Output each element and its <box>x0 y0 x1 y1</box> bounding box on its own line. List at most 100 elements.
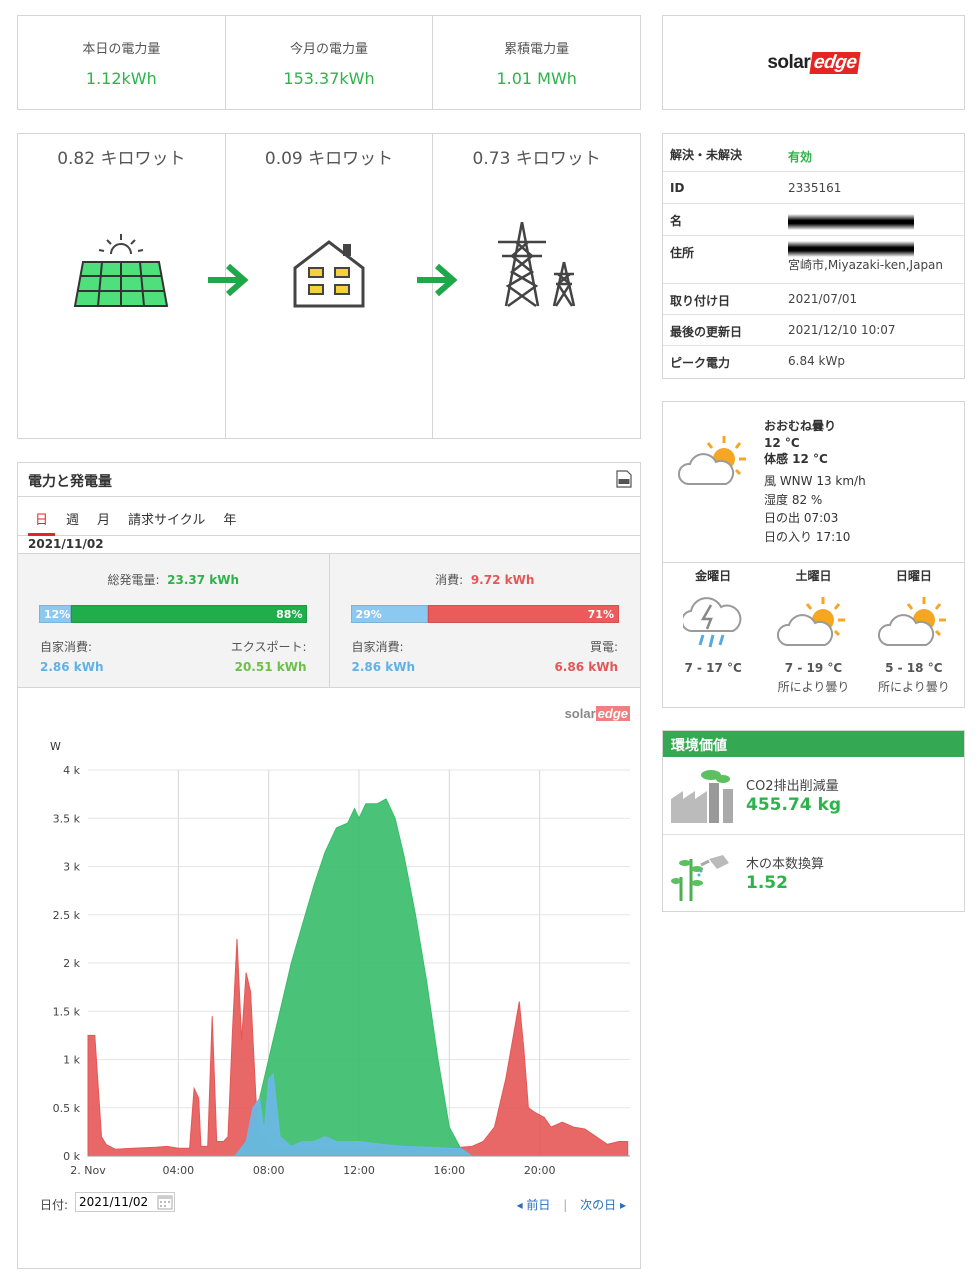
y-tick-label: 3 k <box>63 861 80 874</box>
logo-panel: solar edge <box>662 15 965 110</box>
production-breakdown: 総発電量: 23.37 kWh 12% 88% 自家消費: 2.86 kWh エ… <box>18 554 330 687</box>
power-flow-panel: 0.82 キロワット 0.09 キロワット 0.73 キロワット <box>17 133 641 439</box>
weather-humidity: 湿度 82 % <box>764 492 823 507</box>
consumption-self: 自家消費: 2.86 kWh <box>352 637 416 677</box>
updated-key: 最後の更新日 <box>670 325 743 339</box>
lifetime-energy-value: 1.01 MWh <box>496 69 577 88</box>
status-key: 解決・未解決 <box>670 148 743 162</box>
consumption-self-label: 自家消費: <box>351 640 404 654</box>
tab-day[interactable]: 日 <box>28 497 56 536</box>
production-total-value: 23.37 kWh <box>167 573 240 587</box>
prev-day-link[interactable]: ◂ 前日 <box>517 1198 551 1212</box>
install-value: 2021/07/01 <box>788 292 858 306</box>
lifetime-energy-label: 累積電力量 <box>504 42 570 57</box>
power-grid-icon <box>497 222 575 308</box>
production-total: 総発電量: 23.37 kWh <box>18 571 329 588</box>
address-key: 住所 <box>670 246 695 260</box>
weather-wind: 風 WNW 13 km/h <box>764 474 866 488</box>
x-tick-label: 04:00 <box>162 1164 194 1177</box>
trees-row: 木の本数換算 1.52 <box>663 835 964 913</box>
forecast-temp: 7 - 19 °C <box>784 661 843 675</box>
consumption-total-label: 消費: <box>435 573 464 587</box>
consumption-self-bar: 29% <box>350 605 429 623</box>
production-total-label: 総発電量: <box>107 573 160 587</box>
co2-value: 455.74 kg <box>746 795 841 815</box>
production-export-value: 20.51 kWh <box>234 660 307 674</box>
weather-panel: おおむね曇り 12 °C 体感 12 °C 風 WNW 13 km/h 湿度 8… <box>662 401 965 708</box>
next-day-link[interactable]: 次の日 ▸ <box>580 1198 626 1212</box>
day-navigation: ◂ 前日 | 次の日 ▸ <box>517 1196 626 1213</box>
install-key: 取り付け日 <box>670 294 731 308</box>
tab-year[interactable]: 年 <box>216 497 243 533</box>
peak-key: ピーク電力 <box>670 356 731 370</box>
partly-cloudy-icon <box>877 597 946 646</box>
environment-header: 環境価値 <box>663 731 964 757</box>
tab-month[interactable]: 月 <box>90 497 117 533</box>
address-city: 宮崎市,Miyazaki-ken,Japan <box>788 258 944 272</box>
forecast-desc: 所により曇り <box>877 680 950 694</box>
co2-label: CO2排出削減量 <box>746 779 839 794</box>
consumption-breakdown: 消費: 9.72 kWh 29% 71% 自家消費: 2.86 kWh 買電: … <box>330 554 641 687</box>
peak-value: 6.84 kWp <box>788 354 845 368</box>
forecast-day-name: 土曜日 <box>795 569 832 583</box>
power-energy-panel: 電力と発電量 日 週 月 請求サイクル 年 2021/11/02 総発電量: 2… <box>17 462 641 1269</box>
factory-icon <box>671 770 733 823</box>
y-tick-label: 3.5 k <box>53 812 81 825</box>
production-self: 自家消費: 2.86 kWh <box>40 637 104 677</box>
name-row: 名 <box>663 204 964 236</box>
updated-row: 最後の更新日 2021/12/10 10:07 <box>663 315 964 346</box>
weather-details: おおむね曇り 12 °C 体感 12 °C 風 WNW 13 km/h 湿度 8… <box>764 417 866 546</box>
grid-flow: 0.73 キロワット <box>433 134 640 438</box>
weather-feels: 体感 12 °C <box>764 451 828 466</box>
pv-flow: 0.82 キロワット <box>18 134 249 438</box>
partly-cloudy-icon <box>678 436 746 485</box>
forecast-day-name: 日曜日 <box>895 569 932 583</box>
consumption-import: 買電: 6.86 kWh <box>554 637 618 677</box>
logo-part1: solar <box>767 51 811 73</box>
month-energy: 今月の電力量 153.37kWh <box>226 16 434 109</box>
chart-area: solar edge W0 k 0.5 k1 k 1.5 k2 k 2.5 k3 k 3.… <box>18 688 640 1222</box>
environment-panel: 環境価値 CO2排出削減量 455.74 kg 木の本数換算 1.52 <box>662 730 965 912</box>
thunder-rain-icon <box>683 597 742 648</box>
date-label: 日付: <box>40 1198 69 1212</box>
load-flow: 0.09 キロワット <box>226 134 458 438</box>
today-energy: 本日の電力量 1.12kWh <box>18 16 226 109</box>
y-axis-label: W <box>50 740 61 753</box>
consumption-total: 消費: 9.72 kWh <box>330 571 641 588</box>
weather-temp: 12 °C <box>764 435 800 450</box>
production-self-label: 自家消費: <box>40 640 93 654</box>
consumption-bar: 29% 71% <box>350 605 620 623</box>
trees-label: 木の本数換算 <box>746 857 825 872</box>
consumption-import-bar: 71% <box>428 605 619 623</box>
csv-export-icon[interactable] <box>616 470 632 488</box>
production-bar: 12% 88% <box>39 605 308 623</box>
power-chart: W 0 k 0.5 k 1 k 1.5 k 2 k 2.5 k 3 k 3.5 k 4 k 2. N… <box>50 740 630 1177</box>
co2-row: CO2排出削減量 455.74 kg <box>663 757 964 835</box>
chart-title: 電力と発電量 <box>28 474 112 490</box>
id-key: ID <box>670 181 685 195</box>
solar-panel-icon <box>74 234 169 307</box>
pv-power: 0.82 キロワット <box>57 149 186 169</box>
forecast: 金曜日 7 - 17 °C 土曜日 7 - 19 °C 所により曇り 日曜日 5… <box>663 563 964 708</box>
forecast-temp: 5 - 18 °C <box>885 661 943 675</box>
forecast-desc: 所により曇り <box>777 680 850 694</box>
tab-billing-cycle[interactable]: 請求サイクル <box>121 497 212 533</box>
install-row: 取り付け日 2021/07/01 <box>663 284 964 315</box>
y-tick-label: 2 k <box>63 957 80 970</box>
consumption-total-value: 9.72 kWh <box>470 573 535 587</box>
production-self-bar: 12% <box>39 605 72 623</box>
next-day-label: 次の日 <box>580 1198 617 1212</box>
today-energy-label: 本日の電力量 <box>82 42 161 57</box>
energy-breakdown: 総発電量: 23.37 kWh 12% 88% 自家消費: 2.86 kWh エ… <box>18 553 640 688</box>
weather-sunrise: 日の出 07:03 <box>764 511 839 525</box>
production-export-bar: 88% <box>71 605 308 623</box>
x-tick-label: 2. Nov <box>70 1164 106 1177</box>
y-tick-label: 0.5 k <box>53 1102 81 1115</box>
forecast-day: 日曜日 5 - 18 °C 所により曇り <box>864 563 964 708</box>
redacted-address <box>788 241 914 257</box>
redacted-name <box>788 214 914 230</box>
peak-row: ピーク電力 6.84 kWp <box>663 346 964 377</box>
name-key: 名 <box>670 214 683 228</box>
calendar-icon[interactable] <box>157 1194 173 1210</box>
tab-week[interactable]: 週 <box>59 497 86 533</box>
